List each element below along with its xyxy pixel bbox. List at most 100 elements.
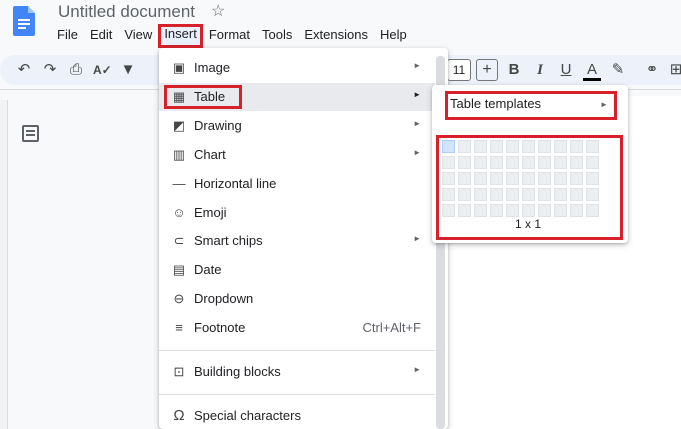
- table-grid-cell[interactable]: [522, 204, 535, 217]
- insert-drawing-item[interactable]: ◩ Drawing ►: [159, 112, 435, 140]
- submenu-arrow-icon: ►: [600, 100, 608, 109]
- table-grid-cell[interactable]: [490, 172, 503, 185]
- table-grid-cell[interactable]: [474, 204, 487, 217]
- table-grid-cell[interactable]: [554, 140, 567, 153]
- insert-building-blocks-item[interactable]: ⊡ Building blocks ►: [159, 358, 435, 386]
- table-grid-cell[interactable]: [458, 204, 471, 217]
- table-grid-cell[interactable]: [522, 156, 535, 169]
- insert-date-label: Date: [194, 262, 222, 277]
- table-grid-cell[interactable]: [458, 156, 471, 169]
- underline-icon[interactable]: U: [557, 61, 575, 79]
- increase-font-icon[interactable]: +: [476, 59, 498, 81]
- table-grid-cell[interactable]: [474, 188, 487, 201]
- table-grid-cell[interactable]: [506, 172, 519, 185]
- link-icon[interactable]: ⚭: [643, 61, 661, 79]
- table-grid-cell[interactable]: [554, 204, 567, 217]
- menu-format[interactable]: Format: [203, 25, 256, 45]
- footnote-shortcut: Ctrl+Alt+F: [362, 320, 421, 335]
- docs-logo-icon[interactable]: [13, 6, 35, 36]
- table-grid-cell[interactable]: [442, 140, 455, 153]
- table-grid-cell[interactable]: [442, 172, 455, 185]
- insert-image-item[interactable]: ▣ Image ►: [159, 54, 435, 82]
- bold-icon[interactable]: B: [505, 61, 523, 79]
- table-grid-cell[interactable]: [442, 188, 455, 201]
- table-grid-cell[interactable]: [490, 204, 503, 217]
- table-grid-cell[interactable]: [538, 188, 551, 201]
- document-outline-icon[interactable]: [22, 125, 39, 142]
- insert-emoji-item[interactable]: ☺ Emoji: [159, 199, 435, 227]
- menu-view[interactable]: View: [118, 25, 158, 45]
- table-grid-cell[interactable]: [586, 156, 599, 169]
- text-color-icon[interactable]: A: [583, 61, 601, 81]
- table-grid-cell[interactable]: [522, 172, 535, 185]
- table-grid-cell[interactable]: [538, 156, 551, 169]
- menu-file[interactable]: File: [51, 25, 84, 45]
- insert-dropdown-item[interactable]: ⊖ Dropdown: [159, 285, 435, 313]
- table-grid-cell[interactable]: [570, 204, 583, 217]
- table-grid-cell[interactable]: [474, 172, 487, 185]
- highlight-icon[interactable]: ✎: [609, 61, 627, 79]
- table-grid-cell[interactable]: [506, 204, 519, 217]
- table-grid-cell[interactable]: [586, 204, 599, 217]
- insert-chart-label: Chart: [194, 147, 226, 162]
- table-grid-cell[interactable]: [458, 140, 471, 153]
- table-size-grid[interactable]: [442, 140, 599, 217]
- table-grid-cell[interactable]: [538, 140, 551, 153]
- insert-smart-chips-item[interactable]: ⊂ Smart chips ►: [159, 227, 435, 255]
- table-grid-cell[interactable]: [506, 140, 519, 153]
- table-grid-cell[interactable]: [570, 172, 583, 185]
- insert-horizontal-line-item[interactable]: — Horizontal line: [159, 170, 435, 198]
- table-grid-cell[interactable]: [586, 140, 599, 153]
- table-grid-cell[interactable]: [554, 188, 567, 201]
- table-grid-cell[interactable]: [554, 156, 567, 169]
- insert-special-characters-item[interactable]: Ω Special characters: [159, 402, 435, 429]
- font-size-input[interactable]: 11: [447, 59, 471, 81]
- italic-icon[interactable]: I: [531, 61, 549, 79]
- insert-building-blocks-label: Building blocks: [194, 364, 281, 379]
- comment-icon[interactable]: ⊞: [667, 61, 681, 79]
- table-grid-cell[interactable]: [474, 156, 487, 169]
- table-grid-cell[interactable]: [458, 172, 471, 185]
- star-outline-icon[interactable]: ☆: [211, 1, 225, 21]
- table-grid-cell[interactable]: [570, 188, 583, 201]
- table-grid-cell[interactable]: [586, 172, 599, 185]
- menu-extensions[interactable]: Extensions: [298, 25, 374, 45]
- insert-chart-item[interactable]: ▥ Chart ►: [159, 141, 435, 169]
- table-grid-cell[interactable]: [442, 204, 455, 217]
- table-grid-cell[interactable]: [570, 156, 583, 169]
- undo-icon[interactable]: ↶: [15, 61, 33, 79]
- insert-footnote-item[interactable]: ≡ Footnote Ctrl+Alt+F: [159, 314, 435, 342]
- submenu-arrow-icon: ►: [413, 119, 421, 128]
- insert-date-item[interactable]: ▤ Date: [159, 256, 435, 284]
- paint-format-icon[interactable]: ▼: [119, 61, 137, 79]
- print-icon[interactable]: ⎙: [67, 61, 85, 79]
- smart-chips-icon: ⊂: [173, 233, 185, 248]
- menu-edit[interactable]: Edit: [84, 25, 118, 45]
- table-grid-cell[interactable]: [490, 188, 503, 201]
- table-grid-cell[interactable]: [474, 140, 487, 153]
- table-grid-cell[interactable]: [506, 156, 519, 169]
- table-grid-cell[interactable]: [586, 188, 599, 201]
- menu-insert[interactable]: Insert: [158, 24, 203, 48]
- redo-icon[interactable]: ↷: [41, 61, 59, 79]
- table-grid-cell[interactable]: [522, 140, 535, 153]
- table-grid-cell[interactable]: [506, 188, 519, 201]
- insert-image-label: Image: [194, 60, 231, 75]
- spellcheck-icon[interactable]: A✓: [93, 61, 112, 79]
- image-icon: ▣: [172, 60, 186, 75]
- table-grid-cell[interactable]: [458, 188, 471, 201]
- table-grid-cell[interactable]: [442, 156, 455, 169]
- table-grid-cell[interactable]: [522, 188, 535, 201]
- dropdown-icon: ⊖: [173, 291, 185, 306]
- menu-tools[interactable]: Tools: [256, 25, 298, 45]
- document-title[interactable]: Untitled document: [58, 2, 195, 22]
- table-grid-cell[interactable]: [490, 140, 503, 153]
- table-grid-size-label: 1 x 1: [515, 217, 542, 231]
- table-grid-cell[interactable]: [490, 156, 503, 169]
- menu-help[interactable]: Help: [374, 25, 413, 45]
- table-grid-cell[interactable]: [554, 172, 567, 185]
- menu-bar: File Edit View Insert Format Tools Exten…: [51, 24, 413, 48]
- table-grid-cell[interactable]: [538, 204, 551, 217]
- table-grid-cell[interactable]: [538, 172, 551, 185]
- table-grid-cell[interactable]: [570, 140, 583, 153]
